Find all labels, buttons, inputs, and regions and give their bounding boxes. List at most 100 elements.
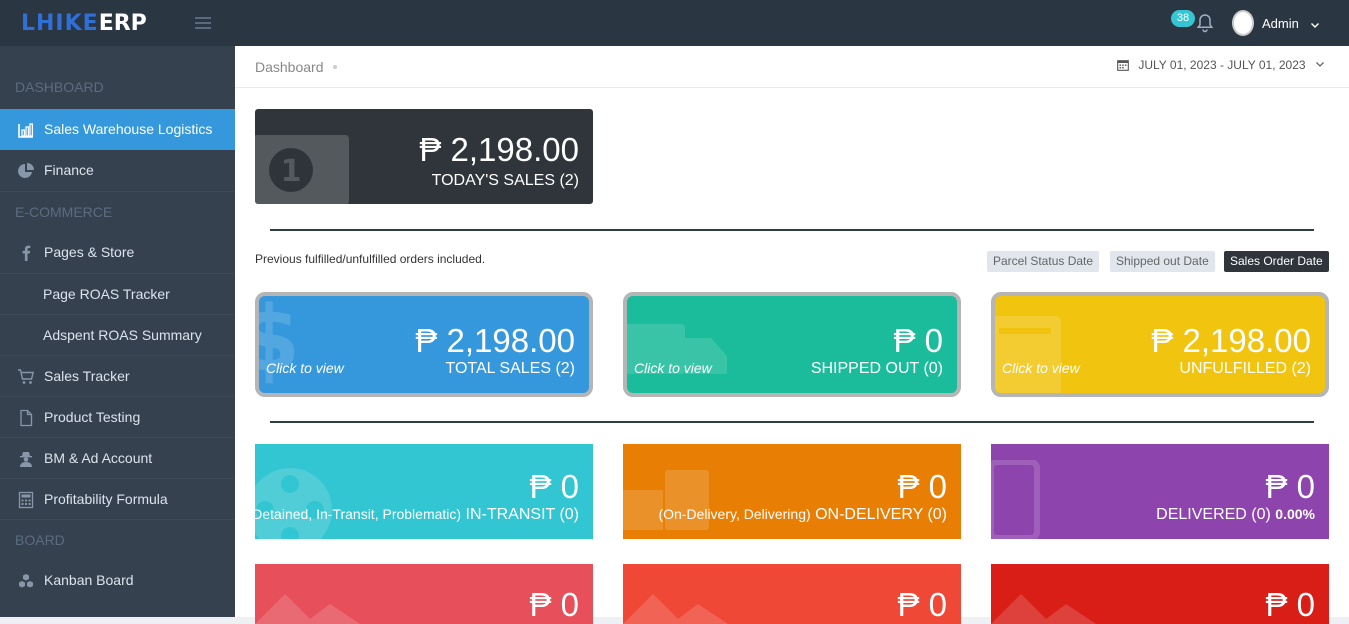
total-sales-amount: ₱ 2,198.00	[415, 322, 575, 359]
delivered-title: DELIVERED (0)	[1156, 506, 1276, 523]
money-icon: 1	[255, 135, 349, 204]
cubes-icon	[19, 574, 33, 588]
shipped-out-date-button[interactable]: Shipped out Date	[1110, 251, 1215, 272]
sales-order-date-button[interactable]: Sales Order Date	[1224, 251, 1329, 272]
sidebar-item-kanban-board[interactable]: Kanban Board	[0, 560, 235, 601]
package-icon	[991, 460, 1040, 539]
avatar[interactable]	[1232, 10, 1254, 36]
pie-chart-icon	[18, 163, 34, 178]
breadcrumb[interactable]: Dashboard	[255, 59, 324, 75]
unfulfilled-amount: ₱ 2,198.00	[1151, 322, 1311, 359]
on-delivery-label: (On-Delivery, Delivering) ON-DELIVERY (0…	[658, 506, 947, 524]
divider	[270, 229, 1314, 231]
divider	[270, 421, 1314, 423]
in-transit-tile[interactable]: ₱ 0 (Detained, In-Transit, Problematic) …	[255, 444, 593, 539]
main-content: Dashboard JULY 01, 2023 - JULY 01, 2023 …	[235, 46, 1349, 624]
date-range-text: JULY 01, 2023 - JULY 01, 2023	[1138, 58, 1306, 72]
todays-sales-label: TODAY'S SALES (2)	[431, 172, 579, 189]
sidebar-item-pages-store[interactable]: Pages & Store	[0, 232, 235, 273]
status-tile[interactable]: ₱ 0	[991, 564, 1329, 624]
delivered-label: DELIVERED (0) 0.00%	[1156, 506, 1315, 524]
unfulfilled-tile[interactable]: Click to view ₱ 2,198.00 UNFULFILLED (2)	[991, 292, 1329, 397]
on-delivery-title: ON-DELIVERY (0)	[810, 506, 947, 523]
logo-part1: LHIKE	[21, 11, 99, 36]
on-delivery-amount: ₱ 0	[897, 468, 947, 505]
sidebar-section-dashboard: DASHBOARD	[15, 79, 104, 95]
orders-note: Previous fulfilled/unfulfilled orders in…	[255, 252, 486, 266]
click-to-view-link[interactable]: Click to view	[1002, 360, 1080, 376]
parcel-status-date-button[interactable]: Parcel Status Date	[987, 251, 1100, 272]
in-transit-sublabel: (Detained, In-Transit, Problematic)	[255, 506, 462, 522]
facebook-icon	[22, 245, 31, 261]
on-delivery-tile[interactable]: ₱ 0 (On-Delivery, Delivering) ON-DELIVER…	[623, 444, 961, 539]
sidebar-item-label: BM & Ad Account	[44, 450, 153, 466]
breadcrumb-bar: Dashboard JULY 01, 2023 - JULY 01, 2023	[235, 46, 1349, 88]
sidebar-item-label: Profitability Formula	[44, 491, 168, 507]
in-transit-amount: ₱ 0	[529, 468, 579, 505]
clipboard-icon	[995, 316, 1061, 393]
bar-chart-icon	[18, 123, 34, 138]
sidebar-item-page-roas-tracker[interactable]: Page ROAS Tracker	[0, 273, 235, 314]
calculator-icon	[18, 491, 34, 509]
notification-badge[interactable]: 38	[1171, 10, 1195, 27]
shipped-out-label: SHIPPED OUT (0)	[810, 360, 943, 377]
menu-toggle-icon[interactable]	[195, 17, 211, 29]
sidebar-item-sales-warehouse-logistics[interactable]: Sales Warehouse Logistics	[0, 109, 235, 150]
shipped-out-tile[interactable]: Click to view ₱ 0 SHIPPED OUT (0)	[623, 292, 961, 397]
svg-text:$: $	[255, 292, 300, 392]
sidebar-item-bm-ad-account[interactable]: BM & Ad Account	[0, 437, 235, 478]
sidebar-item-label: Sales Warehouse Logistics	[44, 121, 213, 137]
user-name[interactable]: Admin	[1262, 16, 1299, 31]
image-icon	[991, 594, 1096, 624]
sidebar-section-ecommerce: E-COMMERCE	[0, 191, 235, 232]
in-transit-title: IN-TRANSIT (0)	[461, 506, 580, 523]
total-sales-tile[interactable]: $ Click to view ₱ 2,198.00 TOTAL SALES (…	[255, 292, 593, 397]
breadcrumb-separator	[333, 65, 337, 69]
sidebar-item-finance[interactable]: Finance	[0, 150, 235, 191]
sidebar-item-sales-tracker[interactable]: Sales Tracker	[0, 355, 235, 396]
status-amount: ₱ 0	[897, 586, 947, 623]
delivered-percent: 0.00%	[1275, 506, 1315, 522]
calendar-icon	[1117, 60, 1129, 71]
status-amount: ₱ 0	[529, 586, 579, 623]
sidebar-section-board: BOARD	[0, 519, 235, 560]
logo[interactable]: LHIKEERP	[21, 11, 147, 37]
truck-icon	[627, 324, 727, 374]
sidebar-item-label: Sales Tracker	[44, 368, 130, 384]
film-reel-icon	[255, 468, 332, 539]
dollar-icon: $	[255, 292, 300, 392]
top-bar: LHIKEERP 38 Admin	[0, 0, 1349, 46]
sidebar-item-profitability-formula[interactable]: Profitability Formula	[0, 478, 235, 519]
svg-text:1: 1	[281, 154, 302, 189]
bell-icon[interactable]	[1192, 10, 1218, 36]
status-amount: ₱ 0	[1265, 586, 1315, 623]
sidebar-item-product-testing[interactable]: Product Testing	[0, 396, 235, 437]
unfulfilled-label: UNFULFILLED (2)	[1179, 360, 1311, 377]
sidebar-item-adspent-roas-summary[interactable]: Adspent ROAS Summary	[0, 314, 235, 355]
chevron-down-icon	[1315, 62, 1324, 67]
sidebar-item-label: Kanban Board	[44, 572, 134, 588]
sidebar: DASHBOARD Sales Warehouse Logistics Fina…	[0, 46, 235, 617]
shipped-out-amount: ₱ 0	[893, 322, 943, 359]
status-tile[interactable]: ₱ 0	[255, 564, 593, 624]
image-icon	[255, 594, 360, 624]
delivered-tile[interactable]: ₱ 0 DELIVERED (0) 0.00%	[991, 444, 1329, 539]
click-to-view-link[interactable]: Click to view	[266, 360, 344, 376]
chevron-down-icon[interactable]	[1310, 17, 1320, 35]
in-transit-label: (Detained, In-Transit, Problematic) IN-T…	[255, 506, 579, 524]
logo-part2: ERP	[98, 11, 147, 36]
shopping-cart-icon	[18, 369, 35, 384]
click-to-view-link[interactable]: Click to view	[634, 360, 712, 376]
brand: LHIKEERP	[0, 0, 235, 46]
on-delivery-sublabel: (On-Delivery, Delivering)	[658, 506, 811, 522]
todays-sales-tile[interactable]: 1 ₱ 2,198.00 TODAY'S SALES (2)	[255, 109, 593, 204]
status-tile[interactable]: ₱ 0	[623, 564, 961, 624]
file-icon	[20, 409, 33, 427]
image-icon	[623, 594, 728, 624]
sidebar-item-label: Adspent ROAS Summary	[43, 327, 202, 343]
total-sales-label: TOTAL SALES (2)	[445, 360, 575, 377]
sidebar-item-label: Pages & Store	[44, 244, 135, 260]
sidebar-item-label: Page ROAS Tracker	[43, 286, 170, 302]
date-range-picker[interactable]: JULY 01, 2023 - JULY 01, 2023	[1117, 58, 1325, 72]
todays-sales-amount: ₱ 2,198.00	[419, 131, 579, 168]
